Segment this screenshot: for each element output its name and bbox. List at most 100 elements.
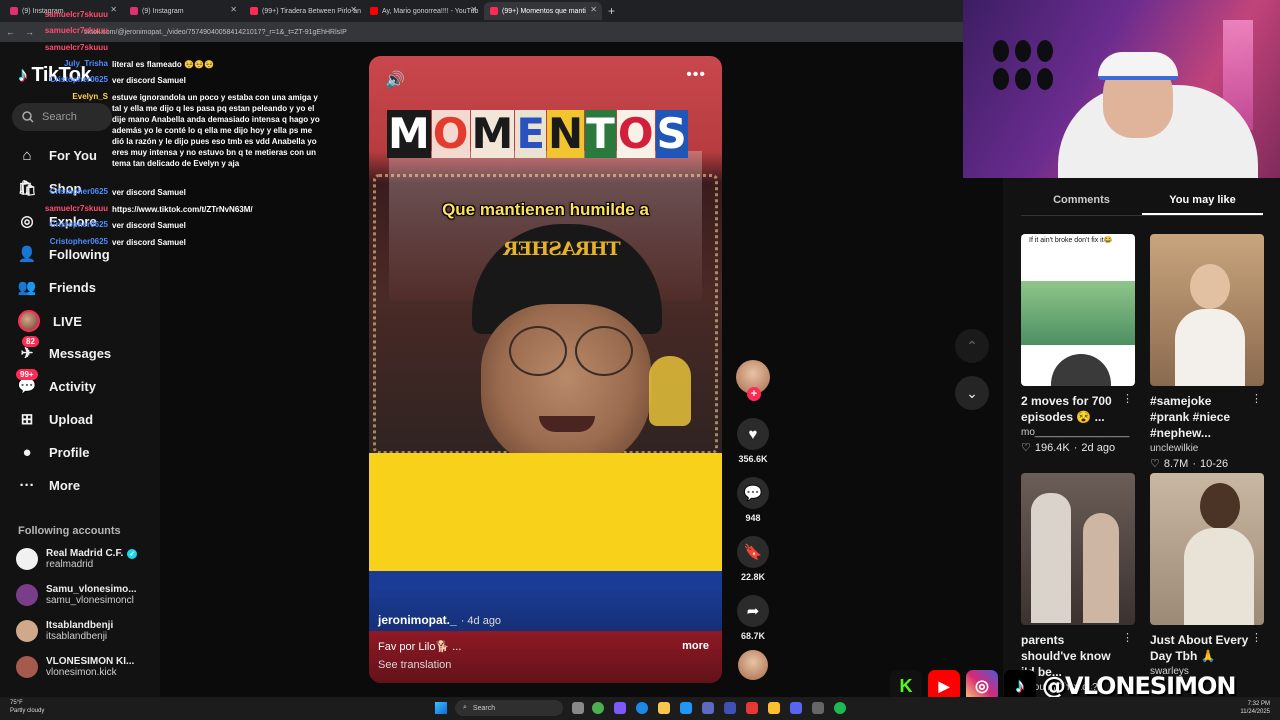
nav-activity[interactable]: 💬 99+ Activity (16, 369, 96, 395)
close-icon[interactable]: ✕ (230, 5, 237, 14)
save-button[interactable]: 🔖 22.8K (735, 536, 771, 582)
file-explorer-icon[interactable] (658, 702, 670, 714)
card-options-icon[interactable]: ⋮ (1122, 392, 1133, 405)
windows-start-icon[interactable] (435, 702, 447, 714)
close-icon[interactable]: ✕ (470, 5, 477, 14)
close-icon[interactable]: ✕ (110, 5, 117, 14)
recommended-video-card[interactable]: ⋮ Just About Every Day Tbh 🙏 swarleys (1150, 473, 1264, 677)
spotify-icon[interactable] (834, 702, 846, 714)
see-translation-link[interactable]: See translation (378, 659, 451, 671)
messages-icon: ✈ 82 (18, 336, 39, 362)
tiktok-icon (490, 7, 498, 15)
app-icon[interactable] (702, 702, 714, 714)
music-disc-icon[interactable] (738, 650, 768, 680)
card-options-icon[interactable]: ⋮ (1251, 392, 1262, 405)
card-title: Just About Every Day Tbh 🙏 (1150, 633, 1249, 663)
creator-avatar[interactable]: + (736, 360, 770, 401)
sound-disc-button[interactable] (735, 650, 771, 680)
card-username[interactable]: unclewilkie (1150, 443, 1264, 454)
search-input[interactable]: Search (12, 103, 112, 131)
nav-for-you[interactable]: ⌂ For You (18, 146, 97, 164)
video-thumbnail[interactable]: If it ain't broke don't fix it😂 (1021, 234, 1135, 386)
chat-username: samuelcr7skuuu (44, 204, 108, 213)
discord-icon[interactable] (790, 702, 802, 714)
chrome-icon[interactable] (592, 702, 604, 714)
like-count: 356.6K (738, 454, 768, 464)
nav-messages[interactable]: ✈ 82 Messages (18, 336, 111, 362)
video-thumbnail[interactable] (1150, 234, 1264, 386)
system-clock[interactable]: 7:32 PM 11/24/2025 (1240, 700, 1270, 716)
store-icon[interactable] (680, 702, 692, 714)
browser-tab[interactable]: (9) Instagram ✕ (124, 2, 242, 20)
browser-tab-active[interactable]: (99+) Momentos que manti ✕ (484, 2, 602, 20)
following-account[interactable]: Itsablandbenji itsablandbenji (16, 620, 113, 642)
following-account[interactable]: Samu_vlonesimo... samu_vlonesimoncl (16, 584, 137, 606)
taskbar-search[interactable]: ⌕ Search (455, 700, 563, 716)
browser-tab[interactable]: (99+) Tiradera Between Pirlo an ✕ (244, 2, 362, 20)
nav-label: For You (49, 147, 97, 163)
new-tab-button[interactable]: + (608, 4, 615, 18)
comment-button[interactable]: 💬 948 (735, 477, 771, 523)
volume-icon[interactable]: 🔊 (385, 70, 405, 90)
weather-widget[interactable]: 75°F Partly cloudy (10, 699, 44, 715)
streamer-handle: @VLONESIMON (1042, 672, 1236, 700)
nav-live[interactable]: LIVE (18, 310, 82, 332)
url-text[interactable]: tiktok.com/@jeronimopat._/video/75749040… (84, 29, 347, 36)
close-icon[interactable]: ✕ (590, 5, 597, 14)
address-bar[interactable]: ← → tiktok.com/@jeronimopat._/video/7574… (0, 22, 965, 42)
caption-more-button[interactable]: more (682, 640, 709, 652)
card-username[interactable]: mo_________________ (1021, 427, 1135, 438)
app-icon[interactable] (724, 702, 736, 714)
heart-icon[interactable]: ♥ (737, 418, 769, 450)
app-icon[interactable] (746, 702, 758, 714)
video-subtitle: Que mantienen humilde a (442, 200, 649, 219)
app-icon[interactable] (768, 702, 780, 714)
nav-more[interactable]: ··· More (18, 476, 81, 494)
tab-comments[interactable]: Comments (1021, 184, 1142, 215)
app-icon[interactable] (614, 702, 626, 714)
app-icon[interactable] (812, 702, 824, 714)
next-video-button[interactable]: ⌄ (955, 376, 989, 410)
nav-profile[interactable]: ● Profile (18, 443, 89, 461)
nav-following[interactable]: 👤 Following (18, 245, 110, 263)
card-title: 2 moves for 700 episodes 😵 ... (1021, 394, 1112, 424)
nav-upload[interactable]: ⊞ Upload (18, 410, 93, 428)
tab-you-may-like[interactable]: You may like (1142, 184, 1263, 215)
video-thumbnail[interactable] (1150, 473, 1264, 625)
recommended-video-card[interactable]: If it ain't broke don't fix it😂 ⋮ 2 move… (1021, 234, 1135, 454)
share-icon[interactable]: ➦ (737, 595, 769, 627)
nav-label: Friends (49, 279, 96, 295)
title-letter: M (470, 109, 515, 158)
nav-label: More (49, 477, 81, 493)
author-name[interactable]: jeronimopat._ (378, 613, 457, 627)
previous-video-button[interactable]: ⌃ (955, 329, 989, 363)
nav-friends[interactable]: 👥 Friends (18, 278, 96, 296)
task-view-icon[interactable] (572, 702, 584, 714)
comment-icon[interactable]: 💬 (737, 477, 769, 509)
bookmark-icon[interactable]: 🔖 (737, 536, 769, 568)
nav-label: Following (49, 246, 110, 262)
video-thumbnail[interactable] (1021, 473, 1135, 625)
card-options-icon[interactable]: ⋮ (1122, 631, 1133, 644)
creator-avatar-button[interactable]: + (735, 360, 771, 401)
video-author[interactable]: jeronimopat._ · 4d ago (378, 613, 501, 627)
video-options-icon[interactable]: ••• (686, 66, 706, 84)
recommended-video-card[interactable]: ⋮ parents should've know i'd be... idyou… (1021, 473, 1135, 693)
following-icon: 👤 (17, 246, 37, 263)
like-button[interactable]: ♥ 356.6K (735, 418, 771, 464)
card-meta: ♡ 8.7M · 10-26 (1150, 457, 1229, 471)
account-name: Samu_vlonesimo... (46, 584, 137, 595)
following-account[interactable]: VLONESIMON KI... vlonesimon.kick (16, 656, 134, 678)
share-button[interactable]: ➦ 68.7K (735, 595, 771, 641)
activity-icon: 💬 99+ (16, 369, 38, 395)
follow-plus-icon[interactable]: + (747, 387, 761, 401)
search-icon (22, 111, 34, 123)
recommended-video-card[interactable]: ⋮ #samejoke #prank #niece #nephew... unc… (1150, 234, 1264, 470)
edge-icon[interactable] (636, 702, 648, 714)
browser-tab[interactable]: Ay, Mario gonorrea!!!! - YouTub ✕ (364, 2, 482, 20)
card-options-icon[interactable]: ⋮ (1251, 631, 1262, 644)
video-player[interactable]: M O M E N T O S Que mantienen humilde a … (369, 56, 722, 683)
chat-message: https://www.tiktok.com/t/ZTrNvN63M/ (112, 205, 253, 214)
close-icon[interactable]: ✕ (350, 5, 357, 14)
following-account[interactable]: Real Madrid C.F. ✓ realmadrid (16, 548, 138, 570)
